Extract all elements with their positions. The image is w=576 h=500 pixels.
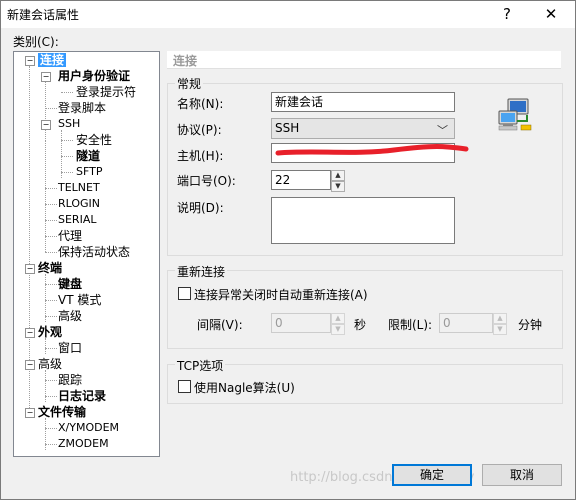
tree-item-serial[interactable]: SERIAL (58, 212, 96, 228)
tree-item-telnet[interactable]: TELNET (58, 180, 100, 196)
tree-item-user-auth[interactable]: 用户身份验证 (58, 68, 130, 84)
reconnect-group (167, 270, 563, 349)
interval-field[interactable]: 0 (271, 313, 331, 333)
spin-down-icon[interactable]: ▼ (331, 324, 345, 335)
port-field[interactable]: 22 (271, 170, 331, 190)
nagle-checkbox[interactable] (178, 380, 191, 393)
expand-toggle-icon[interactable]: − (25, 408, 35, 418)
limit-field[interactable]: 0 (439, 313, 493, 333)
tree-item-login-prompt[interactable]: 登录提示符 (76, 84, 136, 100)
title-bar (0, 0, 576, 28)
protocol-value: SSH (275, 121, 300, 135)
network-computer-icon (498, 98, 532, 131)
expand-toggle-icon[interactable]: − (41, 120, 51, 130)
port-spinner[interactable]: ▲ ▼ (331, 170, 345, 192)
protocol-select[interactable]: SSH ﹀ (271, 118, 455, 139)
tree-item-sftp[interactable]: SFTP (76, 164, 102, 180)
port-label: 端口号(O): (177, 174, 236, 188)
tree-item-logging[interactable]: 日志记录 (58, 388, 106, 404)
description-label: 说明(D): (177, 201, 224, 215)
reconnect-group-title: 重新连接 (175, 263, 228, 280)
tree-item-keepalive[interactable]: 保持活动状态 (58, 244, 130, 260)
tree-item-window[interactable]: 窗口 (58, 340, 82, 356)
cancel-button[interactable]: 取消 (482, 464, 562, 486)
panel-header: 连接 (167, 51, 561, 69)
expand-toggle-icon[interactable]: − (25, 264, 35, 274)
expand-toggle-icon[interactable]: − (25, 56, 35, 66)
close-button[interactable]: ✕ (540, 4, 562, 24)
tree-item-zmodem[interactable]: ZMODEM (58, 436, 109, 452)
tree-item-security[interactable]: 安全性 (76, 132, 112, 148)
category-label: 类别(C): (13, 35, 59, 49)
limit-spinner[interactable]: ▲ ▼ (493, 313, 507, 335)
host-label: 主机(H): (177, 149, 224, 163)
expand-toggle-icon[interactable]: − (25, 360, 35, 370)
tree-item-appearance[interactable]: 外观 (38, 324, 62, 340)
spin-up-icon[interactable]: ▲ (331, 313, 345, 324)
expand-toggle-icon[interactable]: − (41, 72, 51, 82)
tree-item-file-transfer[interactable]: 文件传输 (38, 404, 86, 420)
spin-down-icon[interactable]: ▼ (331, 181, 345, 192)
tree-item-xymodem[interactable]: X/YMODEM (58, 420, 119, 436)
seconds-unit: 秒 (354, 318, 367, 332)
description-field[interactable] (271, 197, 455, 244)
help-button[interactable]: ? (496, 4, 518, 24)
name-field[interactable]: 新建会话 (271, 92, 455, 112)
tree-item-terminal-advanced[interactable]: 高级 (58, 308, 82, 324)
nagle-label: 使用Nagle算法(U) (194, 381, 295, 395)
tree-item-tunnel[interactable]: 隧道 (76, 148, 100, 164)
expand-toggle-icon[interactable]: − (25, 328, 35, 338)
chevron-down-icon: ﹀ (437, 124, 448, 137)
tree-item-advanced[interactable]: 高级 (38, 356, 62, 372)
category-tree[interactable]: − 连接 − 用户身份验证 登录提示符 登录脚本 − SSH 安全性 隧道 SF… (13, 51, 160, 457)
redaction-mark (275, 144, 469, 156)
tree-item-terminal[interactable]: 终端 (38, 260, 62, 276)
tree-item-connection[interactable]: 连接 (38, 52, 67, 68)
minutes-unit: 分钟 (518, 318, 543, 332)
interval-spinner[interactable]: ▲ ▼ (331, 313, 345, 335)
tree-item-proxy[interactable]: 代理 (58, 228, 82, 244)
tree-item-rlogin[interactable]: RLOGIN (58, 196, 100, 212)
auto-reconnect-checkbox[interactable] (178, 287, 191, 300)
protocol-label: 协议(P): (177, 123, 222, 137)
panel-header-text: 连接 (173, 54, 198, 68)
tree-item-keyboard[interactable]: 键盘 (58, 276, 82, 292)
ok-button[interactable]: 确定 (392, 464, 472, 486)
spin-up-icon[interactable]: ▲ (493, 313, 507, 324)
spin-down-icon[interactable]: ▼ (493, 324, 507, 335)
tree-item-login-script[interactable]: 登录脚本 (58, 100, 106, 116)
limit-label: 限制(L): (388, 318, 433, 332)
interval-label: 间隔(V): (197, 318, 243, 332)
tree-item-trace[interactable]: 跟踪 (58, 372, 82, 388)
tree-item-ssh[interactable]: SSH (58, 116, 80, 132)
tcp-group-title: TCP选项 (175, 357, 226, 374)
general-group-title: 常规 (175, 75, 204, 92)
tree-item-vt-mode[interactable]: VT 模式 (58, 292, 101, 308)
spin-up-icon[interactable]: ▲ (331, 170, 345, 181)
name-label: 名称(N): (177, 97, 224, 111)
window-title: 新建会话属性 (7, 8, 80, 22)
auto-reconnect-label: 连接异常关闭时自动重新连接(A) (194, 288, 368, 302)
